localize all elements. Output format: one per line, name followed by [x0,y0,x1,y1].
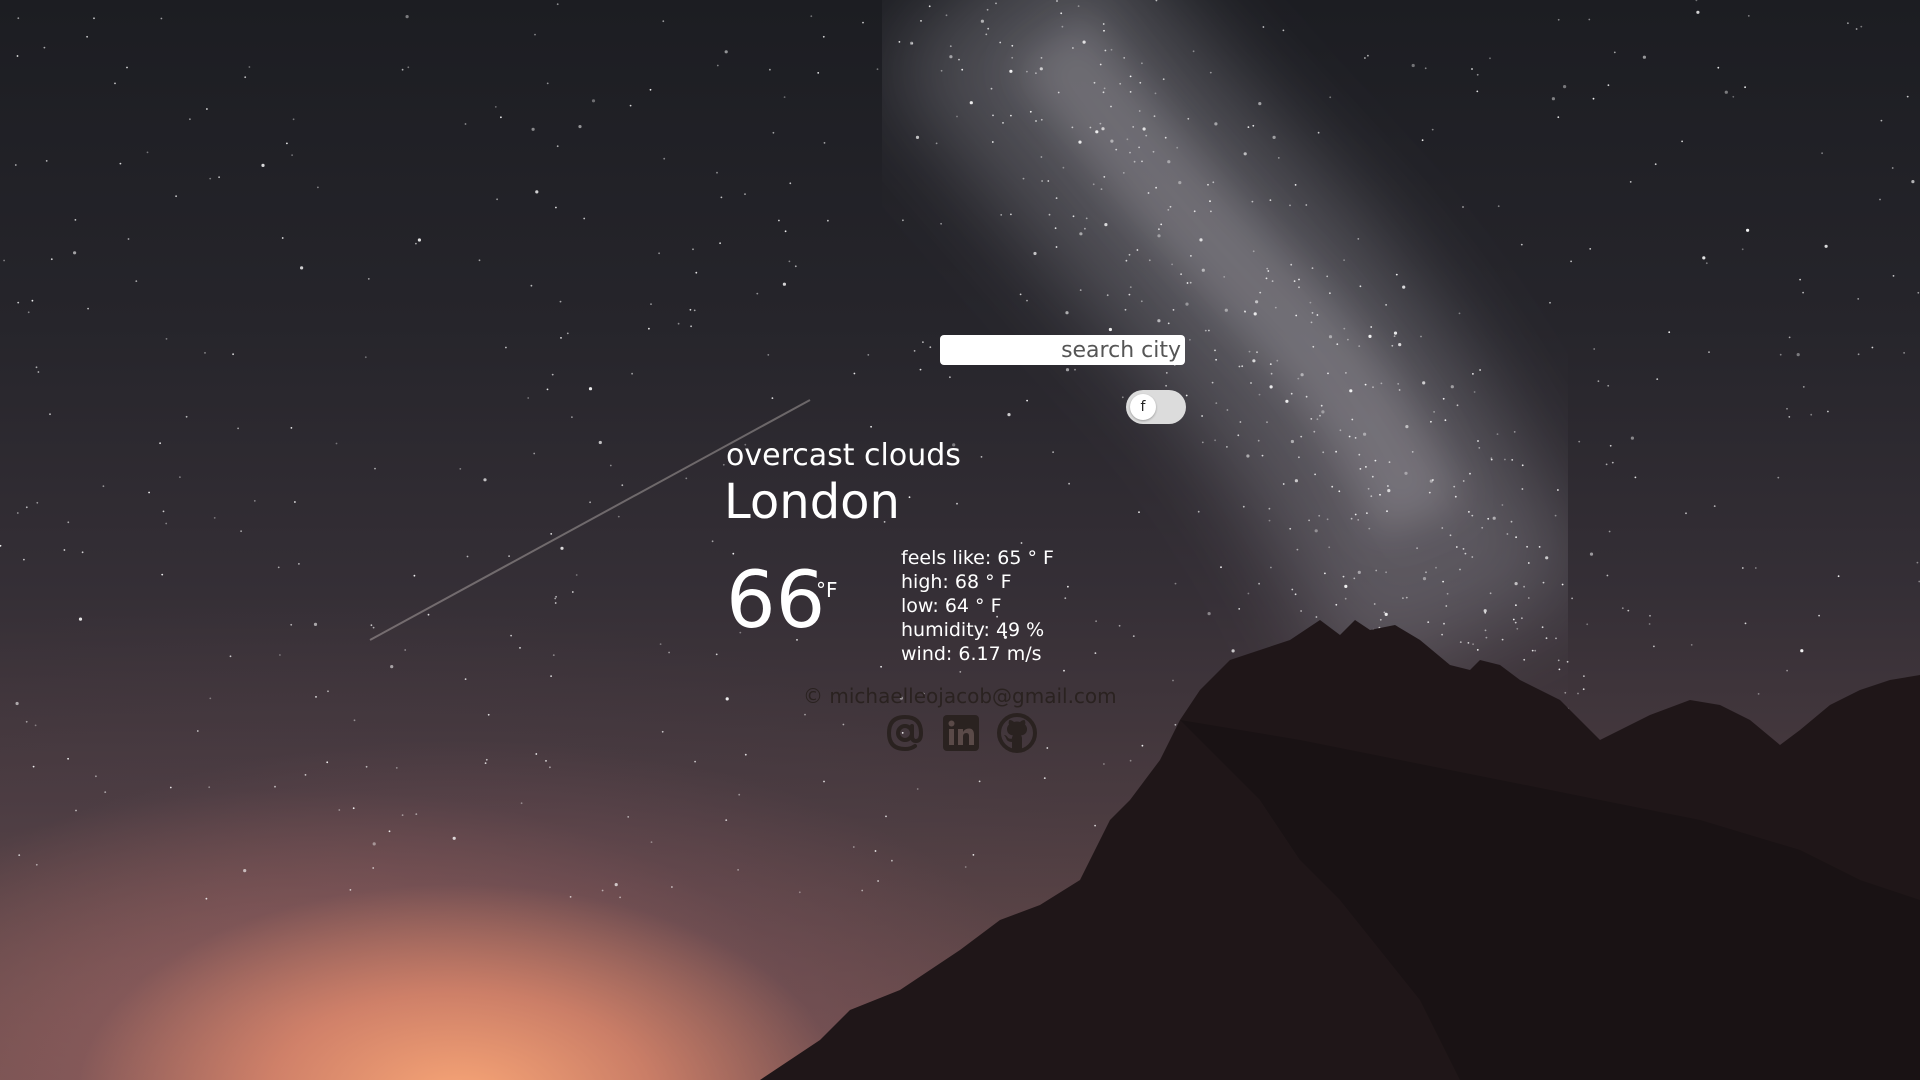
weather-app: f overcast clouds London 66 °F feels lik… [0,0,1920,1080]
unit-toggle[interactable]: f [1126,390,1186,424]
city-name: London [724,474,900,530]
weather-details: feels like: 65 ° F high: 68 ° F low: 64 … [901,546,1054,666]
github-icon [997,713,1037,753]
toggle-knob-label: f [1130,394,1156,420]
feels-like: feels like: 65 ° F [901,547,1054,569]
temperature-unit: °F [816,578,838,602]
github-link[interactable] [996,712,1038,754]
at-sign-icon [886,714,924,752]
search-input[interactable] [940,335,1185,365]
current-temperature: 66 [726,556,826,646]
weather-description: overcast clouds [726,438,961,473]
high-temp: high: 68 ° F [901,571,1012,593]
low-temp: low: 64 ° F [901,595,1002,617]
linkedin-icon [943,715,979,751]
humidity: humidity: 49 % [901,619,1045,641]
linkedin-link[interactable] [940,712,982,754]
social-links [884,712,1038,754]
mountain-silhouette [760,620,1920,1080]
copyright-email: © michaelleojacob@gmail.com [803,684,1117,708]
email-link[interactable] [884,712,926,754]
wind-speed: wind: 6.17 m/s [901,643,1042,665]
